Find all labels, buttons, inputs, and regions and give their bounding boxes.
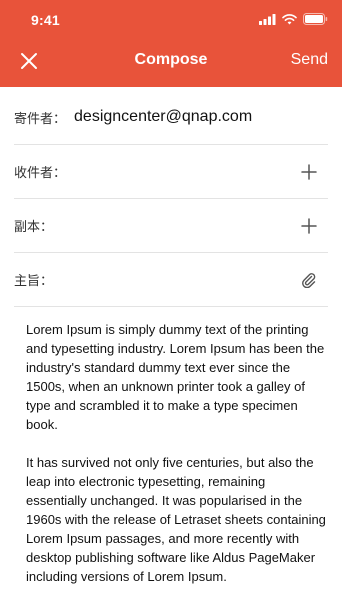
send-button[interactable]: Send: [291, 51, 328, 69]
subject-label: 主旨：: [14, 273, 54, 288]
battery-icon: [303, 13, 328, 25]
recipient-label: 收件者：: [14, 165, 67, 180]
subject-field[interactable]: [53, 253, 328, 306]
cc-field[interactable]: [53, 199, 328, 252]
recipient-field[interactable]: [66, 145, 328, 198]
compose-form: 寄件者： designcenter@qnap.com 收件者： 副本： 主旨：: [14, 90, 328, 307]
cc-row: 副本：: [14, 199, 328, 253]
body-paragraph-2: It has survived not only five centuries,…: [26, 455, 326, 584]
nav-bar: Compose Send: [0, 40, 342, 82]
signal-icon: [259, 13, 276, 25]
app-header: 9:41 Compose Send: [0, 0, 342, 87]
sender-value[interactable]: designcenter@qnap.com: [74, 108, 252, 126]
status-icons: [259, 13, 328, 25]
message-body[interactable]: Lorem Ipsum is simply dummy text of the …: [26, 320, 326, 605]
recipient-row: 收件者：: [14, 145, 328, 199]
wifi-icon: [282, 13, 297, 24]
attachment-icon: [302, 272, 316, 288]
add-recipient-button[interactable]: [300, 163, 318, 181]
subject-row: 主旨：: [14, 253, 328, 307]
status-time: 9:41: [31, 12, 60, 28]
cc-label: 副本：: [14, 219, 54, 234]
add-cc-button[interactable]: [300, 217, 318, 235]
attachment-button[interactable]: [300, 271, 318, 289]
add-recipient-icon: [301, 163, 317, 180]
add-cc-icon: [301, 217, 317, 234]
body-paragraph-1: Lorem Ipsum is simply dummy text of the …: [26, 322, 325, 432]
status-bar: 9:41: [0, 0, 342, 40]
sender-row: 寄件者： designcenter@qnap.com: [14, 90, 328, 145]
sender-label: 寄件者：: [14, 110, 67, 126]
